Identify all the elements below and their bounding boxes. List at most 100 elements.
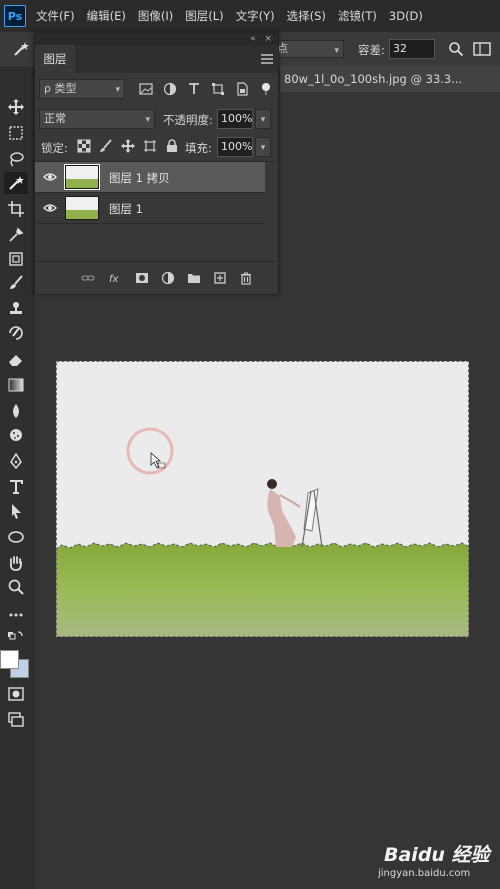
move-tool[interactable] (4, 96, 28, 118)
filter-type-icon[interactable] (187, 82, 201, 96)
menu-file[interactable]: 文件(F) (36, 8, 75, 24)
swap-colors[interactable] (4, 626, 28, 648)
foreground-color-swatch[interactable] (0, 650, 19, 669)
blend-mode-select[interactable]: 正常 ▾ (39, 109, 155, 129)
layers-panel-footer: fx (35, 261, 278, 294)
link-icon[interactable] (81, 271, 95, 285)
fx-icon[interactable]: fx (108, 271, 122, 285)
layer-filter-select[interactable]: ρ 类型 ▾ (39, 79, 125, 99)
filter-smart-object-icon[interactable] (235, 82, 249, 96)
swap-colors-icon (8, 631, 23, 640)
fill-input[interactable]: 100% (217, 137, 253, 157)
opacity-label: 不透明度: (163, 113, 213, 127)
group-folder-icon[interactable] (187, 271, 201, 285)
ellipse-tool[interactable] (4, 526, 28, 548)
more-tools[interactable] (4, 604, 28, 626)
document-tab[interactable]: 80w_1l_0o_100sh.jpg @ 33.3... (280, 66, 500, 92)
eraser-tool[interactable] (4, 348, 28, 370)
lock-pixels-icon[interactable] (99, 139, 113, 153)
ellipse-icon (8, 531, 24, 543)
gradient-tool[interactable] (4, 374, 28, 396)
close-panel-button[interactable]: × (264, 34, 272, 44)
brush-icon (10, 275, 23, 289)
tools-panel (0, 66, 34, 889)
eyedropper-tool[interactable] (4, 224, 28, 246)
panel-title-strip[interactable]: « × (35, 33, 278, 45)
magic-wand-icon (9, 176, 24, 190)
lasso-tool[interactable] (4, 148, 28, 170)
lock-all-icon[interactable] (165, 139, 179, 153)
quick-mask[interactable] (4, 683, 28, 705)
layer-filter-row: ρ 类型 ▾ (35, 77, 278, 103)
filter-shape-icon[interactable] (211, 82, 225, 96)
color-swatches[interactable] (0, 650, 33, 686)
sponge-tool[interactable] (4, 424, 28, 446)
document-canvas[interactable] (56, 361, 469, 637)
filter-adjustment-icon[interactable] (163, 82, 177, 96)
chevron-down-icon: ▾ (260, 115, 266, 125)
layer-row[interactable]: 图层 1 拷贝 (35, 162, 265, 193)
workspace-icon[interactable] (472, 40, 492, 58)
filter-toggle-icon[interactable] (259, 82, 273, 96)
menu-edit[interactable]: 编辑(E) (87, 8, 126, 24)
layer-name: 图层 1 (109, 202, 143, 216)
screen-mode[interactable] (4, 709, 28, 731)
menu-bar: Ps 文件(F) 编辑(E) 图像(I) 图层(L) 文字(Y) 选择(S) 滤… (0, 0, 500, 32)
history-brush-icon (9, 326, 23, 340)
lasso-icon (10, 152, 24, 167)
tab-layers[interactable]: 图层 (35, 45, 75, 73)
magic-wand-tool[interactable] (4, 172, 28, 194)
blur-tool[interactable] (4, 400, 28, 422)
menu-filter[interactable]: 滤镜(T) (338, 8, 377, 24)
eye-icon[interactable] (43, 202, 57, 214)
menu-type[interactable]: 文字(Y) (236, 8, 275, 24)
menu-image[interactable]: 图像(I) (138, 8, 173, 24)
trash-icon[interactable] (239, 271, 253, 285)
layers-panel: « × 图层 ρ 类型 ▾ 正常 ▾ 不透明度: 100% ▾ 锁定: 填充: … (34, 32, 279, 294)
lock-position-icon[interactable] (121, 139, 135, 153)
collapse-panel-button[interactable]: « (250, 34, 256, 44)
watermark-domain: jingyan.baidu.com (378, 868, 471, 879)
pen-tool[interactable] (4, 450, 28, 472)
zoom-icon (8, 579, 24, 595)
hand-tool[interactable] (4, 552, 28, 574)
zoom-tool[interactable] (4, 576, 28, 598)
panel-menu-icon[interactable] (260, 53, 274, 65)
path-select-tool[interactable] (4, 500, 28, 522)
filter-pixel-icon[interactable] (139, 82, 153, 96)
menu-3d[interactable]: 3D(D) (389, 9, 423, 23)
fill-dropdown-button[interactable]: ▾ (255, 137, 271, 157)
marquee-tool[interactable] (4, 122, 28, 144)
canvas-image (56, 361, 469, 637)
menu-layer[interactable]: 图层(L) (185, 8, 223, 24)
menu-select[interactable]: 选择(S) (287, 8, 326, 24)
path-select-icon (12, 504, 21, 519)
new-layer-icon[interactable] (213, 271, 227, 285)
lock-artboard-icon[interactable] (143, 139, 157, 153)
frame-tool[interactable] (4, 248, 28, 270)
history-brush-tool[interactable] (4, 322, 28, 344)
opacity-dropdown-button[interactable]: ▾ (255, 109, 271, 129)
lock-row: 锁定: 填充: 100% ▾ (35, 135, 278, 159)
crop-icon (8, 201, 24, 217)
sponge-icon (10, 429, 22, 441)
crop-tool[interactable] (4, 198, 28, 220)
chevron-down-icon: ▾ (260, 143, 266, 153)
adjustment-icon[interactable] (161, 271, 175, 285)
tolerance-input[interactable]: 32 (389, 39, 435, 59)
type-tool[interactable] (4, 476, 28, 498)
marquee-icon (9, 126, 23, 140)
layer-row[interactable]: 图层 1 (35, 193, 265, 224)
brush-tool[interactable] (4, 272, 28, 294)
magic-wand-icon[interactable] (12, 40, 30, 58)
search-icon[interactable] (448, 41, 464, 57)
blend-row: 正常 ▾ 不透明度: 100% ▾ (35, 107, 278, 131)
sample-size-select[interactable]: 点 ▾ (272, 40, 344, 58)
opacity-input[interactable]: 100% (217, 109, 253, 129)
mask-icon[interactable] (135, 271, 149, 285)
eye-icon[interactable] (43, 171, 57, 183)
tolerance-label: 容差: (358, 43, 385, 57)
lock-transparency-icon[interactable] (77, 139, 91, 153)
eyedropper-icon (9, 227, 24, 242)
stamp-tool[interactable] (4, 298, 28, 320)
